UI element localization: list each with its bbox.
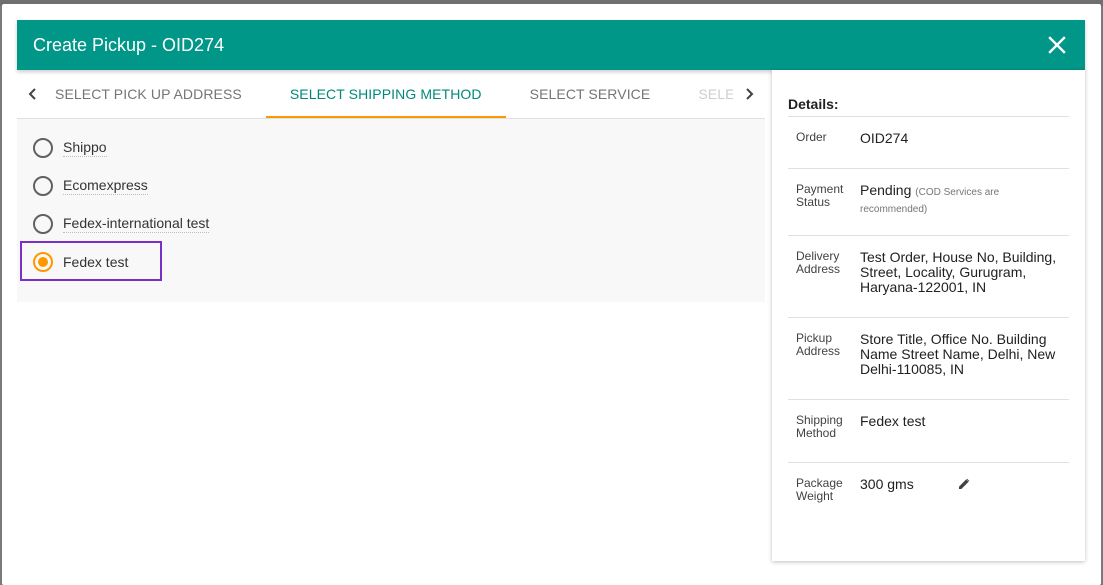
- create-pickup-dialog: Create Pickup - OID274 SELECT PICK UP AD…: [2, 4, 1101, 585]
- detail-row-shipping-method: Shipping Method Fedex test: [788, 399, 1069, 462]
- detail-key: Package Weight: [796, 476, 843, 503]
- shipping-method-option[interactable]: Fedex-international test: [17, 205, 765, 243]
- tab-next-partial[interactable]: SELEC: [674, 70, 733, 118]
- dialog-header: Create Pickup - OID274: [17, 20, 1085, 70]
- shipping-method-option[interactable]: Shippo: [17, 129, 765, 167]
- shipping-method-option[interactable]: Ecomexpress: [17, 167, 765, 205]
- tab-select-service[interactable]: SELECT SERVICE: [506, 70, 675, 118]
- tab-select-pickup-address[interactable]: SELECT PICK UP ADDRESS: [49, 70, 266, 118]
- radio-button[interactable]: [33, 214, 53, 234]
- shipping-method-value: Fedex test: [860, 413, 926, 429]
- detail-key: Delivery Address: [796, 249, 841, 276]
- delivery-address: Test Order, House No, Building, Street, …: [860, 249, 1057, 295]
- dialog-title: Create Pickup - OID274: [33, 34, 225, 55]
- order-id: OID274: [860, 130, 909, 146]
- detail-key: Payment Status: [796, 182, 844, 209]
- detail-row-delivery-address: Delivery Address Test Order, House No, B…: [788, 235, 1069, 317]
- shipping-method-label: Fedex-international test: [63, 215, 210, 233]
- pickup-address: Store Title, Office No. Building Name St…: [860, 331, 1056, 377]
- payment-status: Pending: [860, 182, 912, 198]
- tab-select-shipping-method[interactable]: SELECT SHIPPING METHOD: [265, 70, 506, 118]
- detail-value: Pending (COD Services are recommended): [860, 183, 1069, 235]
- details-panel: Details: Order OID274 Payment Status Pen…: [772, 70, 1085, 561]
- selection-highlight: [20, 241, 162, 281]
- detail-key: Order: [796, 130, 827, 144]
- detail-row-pickup-address: Pickup Address Store Title, Office No. B…: [788, 317, 1069, 399]
- tab-strip: SELECT PICK UP ADDRESS SELECT SHIPPING M…: [49, 70, 733, 118]
- shipping-method-label: Ecomexpress: [63, 177, 148, 195]
- chevron-right-icon[interactable]: [733, 70, 765, 118]
- detail-key: Pickup Address: [796, 331, 841, 358]
- details-heading: Details:: [788, 96, 839, 112]
- edit-pencil-icon[interactable]: [958, 478, 970, 493]
- detail-value: 300 gms: [860, 477, 1069, 532]
- chevron-left-icon[interactable]: [17, 70, 49, 118]
- tab-bar: SELECT PICK UP ADDRESS SELECT SHIPPING M…: [17, 70, 765, 119]
- detail-row-order: Order OID274: [788, 116, 1069, 168]
- detail-key: Shipping Method: [796, 413, 843, 440]
- detail-row-package-weight: Package Weight 300 gms: [788, 462, 1069, 532]
- detail-row-payment-status: Payment Status Pending (COD Services are…: [788, 168, 1069, 235]
- package-weight: 300 gms: [860, 476, 914, 492]
- radio-button[interactable]: [33, 138, 53, 158]
- shipping-method-pane: SELECT PICK UP ADDRESS SELECT SHIPPING M…: [17, 70, 765, 585]
- detail-value: OID274: [860, 131, 1069, 168]
- shipping-method-label: Shippo: [63, 139, 107, 157]
- close-icon[interactable]: [1045, 33, 1069, 57]
- radio-button[interactable]: [33, 176, 53, 196]
